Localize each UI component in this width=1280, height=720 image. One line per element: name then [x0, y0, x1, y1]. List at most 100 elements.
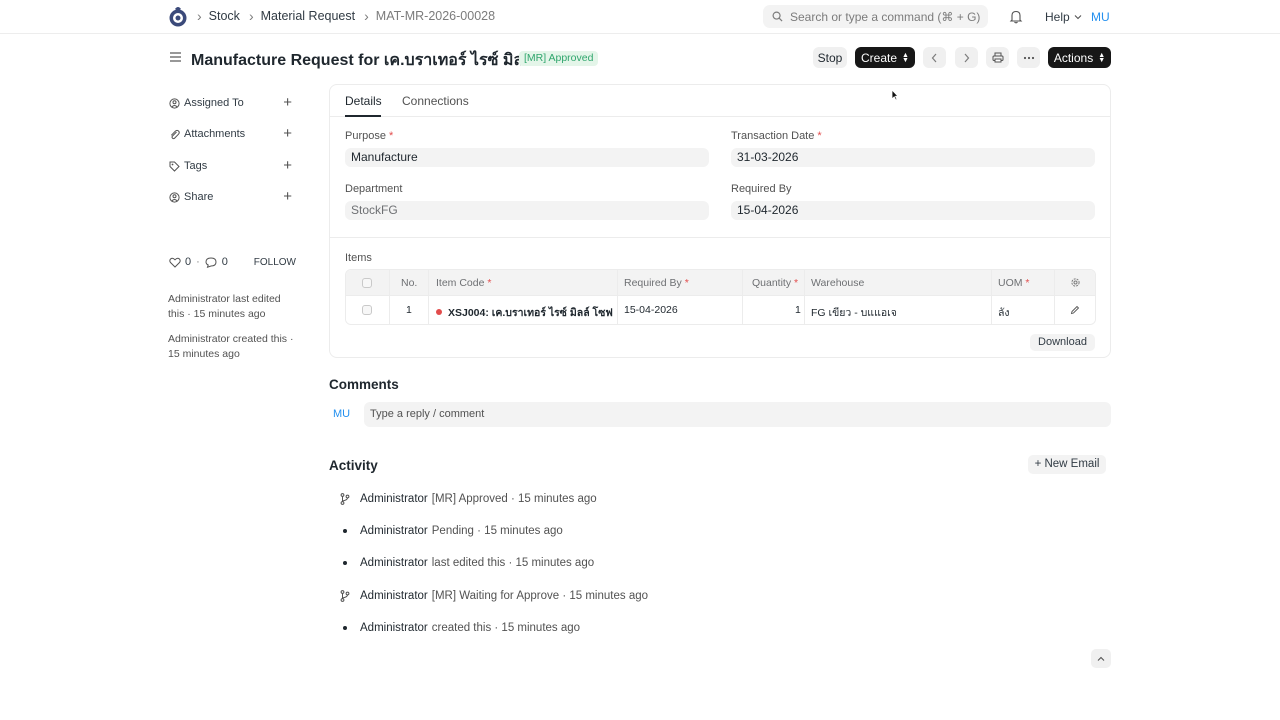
activity-owner[interactable]: Administrator	[360, 525, 428, 537]
form-tabs: Details Connections	[330, 85, 1110, 117]
cell-quantity[interactable]: 1	[795, 304, 801, 316]
share-user-icon	[169, 191, 181, 203]
column-header-quantity: Quantity *	[752, 277, 798, 289]
bell-icon[interactable]	[1009, 9, 1023, 24]
required-marker: *	[794, 277, 799, 289]
sidebar-item-label: Assigned To	[184, 97, 244, 109]
actions-button[interactable]: Actions ▲ ▼	[1048, 47, 1111, 68]
comment-icon[interactable]	[205, 256, 217, 268]
chevron-left-icon	[931, 53, 937, 62]
items-label: Items	[345, 252, 372, 264]
sidebar-toggle-icon[interactable]	[169, 51, 182, 63]
purpose-label-text: Purpose	[345, 130, 386, 142]
department-field[interactable]: StockFG	[345, 201, 709, 220]
cell-warehouse[interactable]: FG เขียว - บแแอเจ	[811, 304, 897, 321]
app-logo-icon[interactable]	[168, 6, 188, 28]
tab-details[interactable]: Details	[345, 94, 382, 108]
sidebar-tags[interactable]: Tags +	[169, 157, 292, 174]
next-doc-button[interactable]	[955, 47, 978, 68]
activity-owner[interactable]: Administrator	[360, 590, 428, 602]
column-divider	[389, 296, 390, 324]
activity-owner[interactable]: Administrator	[360, 622, 428, 634]
updown-icon: ▲ ▼	[902, 51, 909, 64]
user-check-icon	[169, 97, 181, 109]
activity-owner[interactable]: Administrator	[360, 557, 428, 569]
sidebar-stats: 0 · 0 FOLLOW	[169, 256, 296, 268]
previous-doc-button[interactable]	[923, 47, 946, 68]
column-header-text: UOM	[998, 277, 1023, 289]
more-menu-button[interactable]	[1017, 47, 1040, 68]
required-by-label: Required By	[731, 183, 792, 195]
cell-item-code[interactable]: XSJ004: เค.บราเทอร์ ไรซ์ มิลล์ โซฟ (อ	[436, 304, 614, 321]
cell-item-code-text: XSJ004: เค.บราเทอร์ ไรซ์ มิลล์ โซฟ (อ	[448, 307, 614, 319]
column-divider	[428, 270, 429, 295]
activity-item: Administrator Pending · 15 minutes ago	[330, 523, 830, 539]
cell-required-by[interactable]: 15-04-2026	[624, 304, 678, 316]
search-input[interactable]: Search or type a command (⌘ + G)	[763, 5, 988, 28]
sidebar-item-label: Share	[184, 191, 214, 203]
cell-uom[interactable]: ลัง	[998, 304, 1010, 321]
separator-dot: ·	[196, 256, 200, 268]
updown-icon: ▲ ▼	[1098, 51, 1106, 64]
active-tab-indicator	[345, 115, 381, 117]
stop-button[interactable]: Stop	[813, 47, 847, 68]
required-marker: *	[389, 130, 394, 142]
status-dot	[436, 309, 442, 315]
last-edited-note: Administrator last edited this · 15 minu…	[168, 293, 281, 320]
plus-icon[interactable]: +	[283, 157, 292, 174]
required-marker: *	[487, 277, 492, 289]
plus-icon[interactable]: +	[283, 188, 292, 205]
required-by-field[interactable]: 15-04-2026	[731, 201, 1095, 220]
table-row[interactable]: 1 XSJ004: เค.บราเทอร์ ไรซ์ มิลล์ โซฟ (อ …	[346, 296, 1095, 324]
sidebar-attachments[interactable]: Attachments +	[169, 125, 292, 142]
edit-pencil-icon[interactable]	[1070, 305, 1080, 315]
branch-icon	[330, 590, 360, 602]
plus-icon[interactable]: +	[283, 94, 292, 111]
actions-label: Actions	[1053, 50, 1094, 65]
column-header-required-by: Required By *	[624, 277, 689, 289]
cell-no: 1	[406, 304, 412, 316]
sidebar-item-label: Attachments	[184, 128, 246, 140]
column-divider	[389, 270, 390, 295]
plus-icon[interactable]: +	[283, 125, 292, 142]
breadcrumb-material-request[interactable]: Material Request	[261, 9, 356, 23]
print-button[interactable]	[986, 47, 1009, 68]
activity-heading: Activity	[329, 458, 378, 473]
activity-item: Administrator [MR] Waiting for Approve ·…	[330, 588, 830, 604]
search-placeholder: Search or type a command (⌘ + G)	[790, 9, 981, 24]
activity-text: [MR] Waiting for Approve · 15 minutes ag…	[431, 590, 649, 602]
select-all-checkbox[interactable]	[362, 278, 372, 288]
scroll-to-top-button[interactable]	[1091, 649, 1111, 668]
required-marker: *	[1025, 277, 1030, 289]
new-email-button[interactable]: + New Email	[1028, 455, 1106, 474]
transaction-date-label: Transaction Date *	[731, 130, 822, 142]
column-header-item-code: Item Code *	[436, 277, 491, 289]
tab-connections[interactable]: Connections	[402, 94, 469, 108]
heart-icon[interactable]	[169, 257, 181, 268]
column-divider	[991, 296, 992, 324]
create-button[interactable]: Create ▲ ▼	[855, 47, 915, 68]
transaction-date-field[interactable]: 31-03-2026	[731, 148, 1095, 167]
column-header-text: Quantity	[752, 277, 792, 289]
purpose-field[interactable]: Manufacture	[345, 148, 709, 167]
download-button[interactable]: Download	[1030, 334, 1095, 351]
column-header-text: Item Code	[436, 277, 485, 289]
breadcrumb-current-doc[interactable]: MAT-MR-2026-00028	[376, 9, 495, 23]
sidebar-assigned-to[interactable]: Assigned To +	[169, 94, 292, 111]
comment-input[interactable]: Type a reply / comment	[364, 402, 1111, 427]
sidebar-share[interactable]: Share +	[169, 188, 292, 205]
activity-item: Administrator created this · 15 minutes …	[330, 620, 830, 636]
ellipsis-icon	[1023, 56, 1034, 59]
branch-icon	[330, 493, 360, 505]
sidebar-item-label: Tags	[184, 160, 208, 172]
settings-gear-icon[interactable]	[1070, 277, 1081, 288]
breadcrumb-stock[interactable]: Stock	[209, 9, 240, 23]
user-avatar[interactable]: MU	[1091, 10, 1110, 24]
column-divider	[742, 296, 743, 324]
follow-button[interactable]: FOLLOW	[254, 257, 296, 268]
row-checkbox[interactable]	[362, 305, 372, 315]
activity-text: created this · 15 minutes ago	[431, 622, 581, 634]
help-dropdown[interactable]: Help	[1045, 10, 1082, 24]
column-divider	[617, 296, 618, 324]
activity-owner[interactable]: Administrator	[360, 493, 428, 505]
